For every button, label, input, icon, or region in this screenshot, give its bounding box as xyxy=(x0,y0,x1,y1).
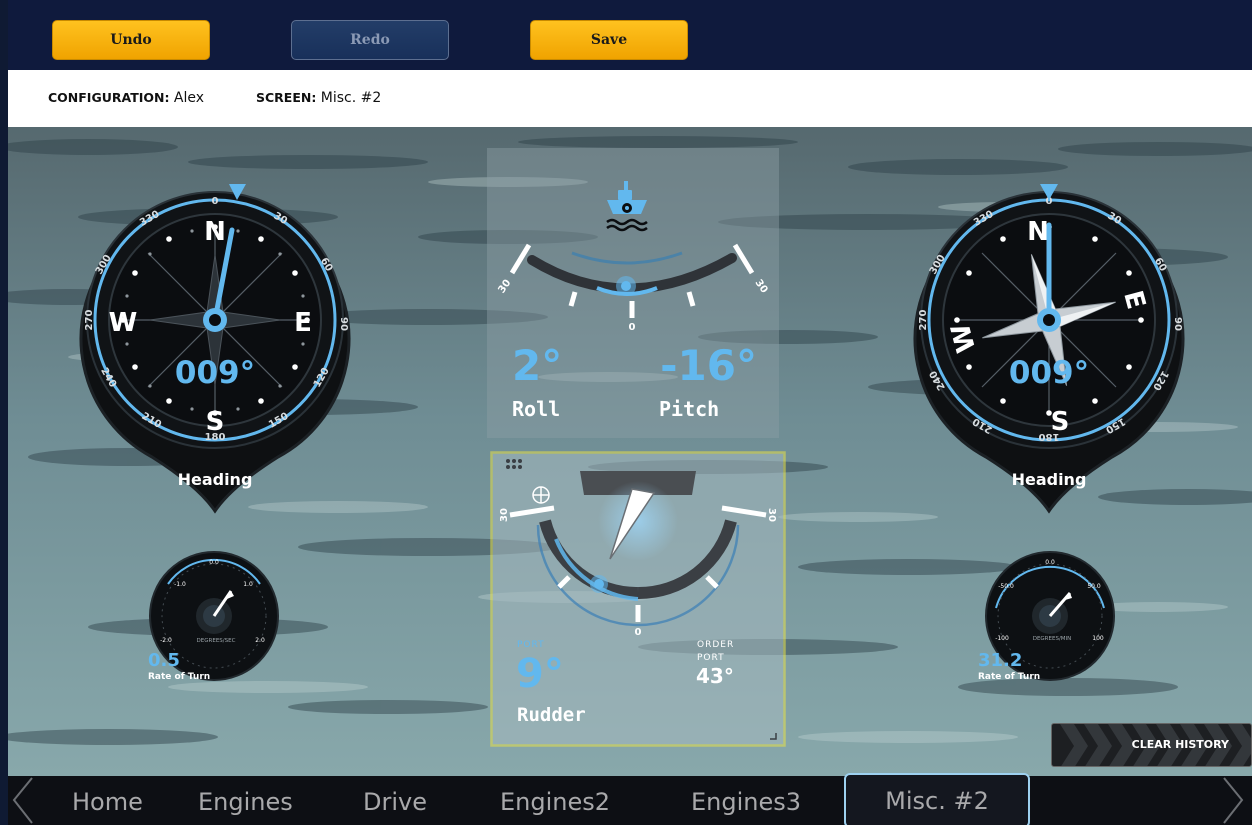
rudder-label: Rudder xyxy=(517,704,586,726)
compass-right-s: S xyxy=(1051,407,1070,437)
rot-left-value: 0.5 xyxy=(148,650,180,671)
compass-right-tick-90: 90 xyxy=(1172,317,1183,331)
order-label: ORDER xyxy=(697,640,734,650)
rot-right-tick-1: 50.0 xyxy=(1087,583,1101,590)
heading-compass-left: 0 30 60 90 120 150 180 210 240 270 300 3… xyxy=(79,184,351,514)
rot-right-tick-neg2: -100 xyxy=(995,635,1009,642)
target-icon xyxy=(532,486,550,504)
rot-right-tick-2: 100 xyxy=(1092,635,1104,642)
clear-history-label: CLEAR HISTORY xyxy=(1131,738,1229,751)
nav-right-arrow-icon[interactable] xyxy=(1218,776,1248,825)
configuration-info: CONFIGURATION: Alex xyxy=(48,90,204,106)
pitch-label: Pitch xyxy=(659,397,719,421)
rot-left-label: Rate of Turn xyxy=(148,672,210,682)
configuration-label: CONFIGURATION: xyxy=(48,90,170,105)
rudder-scale-left: 30 xyxy=(499,508,510,522)
configuration-value: Alex xyxy=(173,90,205,106)
heading-left-label: Heading xyxy=(178,470,253,489)
rot-left-tick-0: 0.0 xyxy=(209,559,219,566)
compass-left-tick-270: 270 xyxy=(84,310,95,331)
tab-drive[interactable]: Drive xyxy=(363,788,427,816)
attitude-scale-center: 0 xyxy=(629,322,636,333)
roll-label: Roll xyxy=(512,397,560,421)
gauge-canvas: 0 30 60 90 120 150 180 210 240 270 300 3… xyxy=(8,127,1252,776)
rot-left-tick-neg2: -2.0 xyxy=(160,637,172,644)
rot-left-tick-neg1: -1.0 xyxy=(174,581,186,588)
rot-left-tick-1: 1.0 xyxy=(243,581,253,588)
redo-button[interactable]: Redo xyxy=(291,20,449,60)
bottom-nav: Home Engines Drive Engines2 Engines3 Mis… xyxy=(8,773,1252,825)
tab-home[interactable]: Home xyxy=(72,788,143,816)
tab-misc-2-label: Misc. #2 xyxy=(885,786,989,815)
clear-history-button[interactable]: CLEAR HISTORY xyxy=(1051,723,1252,767)
app-frame: Undo Redo Save CONFIGURATION: Alex SCREE… xyxy=(8,0,1252,825)
order-side: PORT xyxy=(697,653,725,663)
rot-right-tick-0: 0.0 xyxy=(1045,559,1055,566)
heading-compass-right: 0 30 60 90 120 150 180 210 240 270 300 3… xyxy=(913,184,1185,514)
rudder-scale-center: 0 xyxy=(635,627,642,638)
nav-left-arrow-icon[interactable] xyxy=(8,776,38,825)
rudder-side: PORT xyxy=(517,640,545,650)
compass-right-tick-270: 270 xyxy=(918,310,929,331)
configuration-bar: CONFIGURATION: Alex SCREEN: Misc. #2 xyxy=(8,70,1252,127)
roll-value: 2° xyxy=(512,341,562,390)
undo-button[interactable]: Undo xyxy=(52,20,210,60)
screen-label: SCREEN: xyxy=(256,90,317,105)
heading-right-label: Heading xyxy=(1012,470,1087,489)
compass-left-tick-0: 0 xyxy=(212,196,219,207)
heading-right-value: 009° xyxy=(1009,355,1089,391)
save-button[interactable]: Save xyxy=(530,20,688,60)
tab-engines2[interactable]: Engines2 xyxy=(500,788,610,816)
rot-right-value: 31.2 xyxy=(978,650,1022,671)
pitch-value: -16° xyxy=(660,341,757,390)
compass-left-tick-90: 90 xyxy=(338,317,349,331)
tab-engines[interactable]: Engines xyxy=(198,788,293,816)
rot-left-units: DEGREES/SEC xyxy=(197,638,236,644)
heading-left-value: 009° xyxy=(175,355,255,391)
screen-value: Misc. #2 xyxy=(320,90,382,106)
compass-left-s: S xyxy=(206,407,225,437)
rudder-scale-right: 30 xyxy=(766,508,777,522)
rot-right-units: DEGREES/MIN xyxy=(1033,636,1072,642)
screen-info: SCREEN: Misc. #2 xyxy=(256,90,381,106)
tab-misc-2-active[interactable]: Misc. #2 xyxy=(844,773,1030,825)
rate-of-turn-left: 0.0 1.0 2.0 -1.0 -2.0 DEGREES/SEC 0.5 Ra… xyxy=(148,551,279,682)
compass-left-n: N xyxy=(204,217,226,247)
tab-engines3[interactable]: Engines3 xyxy=(691,788,801,816)
order-value: 43° xyxy=(696,664,734,688)
compass-left-w: W xyxy=(109,308,138,338)
attitude-gauge[interactable]: 30 30 0 2° -16° Roll Pitch xyxy=(487,148,779,438)
rot-right-label: Rate of Turn xyxy=(978,672,1040,682)
rot-left-tick-2: 2.0 xyxy=(255,637,265,644)
rudder-gauge[interactable]: 30 30 0 PORT 9° Rudder ORDER PORT 43° xyxy=(490,451,786,747)
rot-right-tick-neg1: -50.0 xyxy=(998,583,1014,590)
top-toolbar: Undo Redo Save xyxy=(8,0,1252,70)
rudder-value: 9° xyxy=(516,651,564,697)
rate-of-turn-right: 0.0 50.0 100 -50.0 -100 DEGREES/MIN 31.2… xyxy=(978,551,1115,682)
compass-left-e: E xyxy=(294,308,312,338)
compass-right-n: N xyxy=(1027,217,1049,247)
